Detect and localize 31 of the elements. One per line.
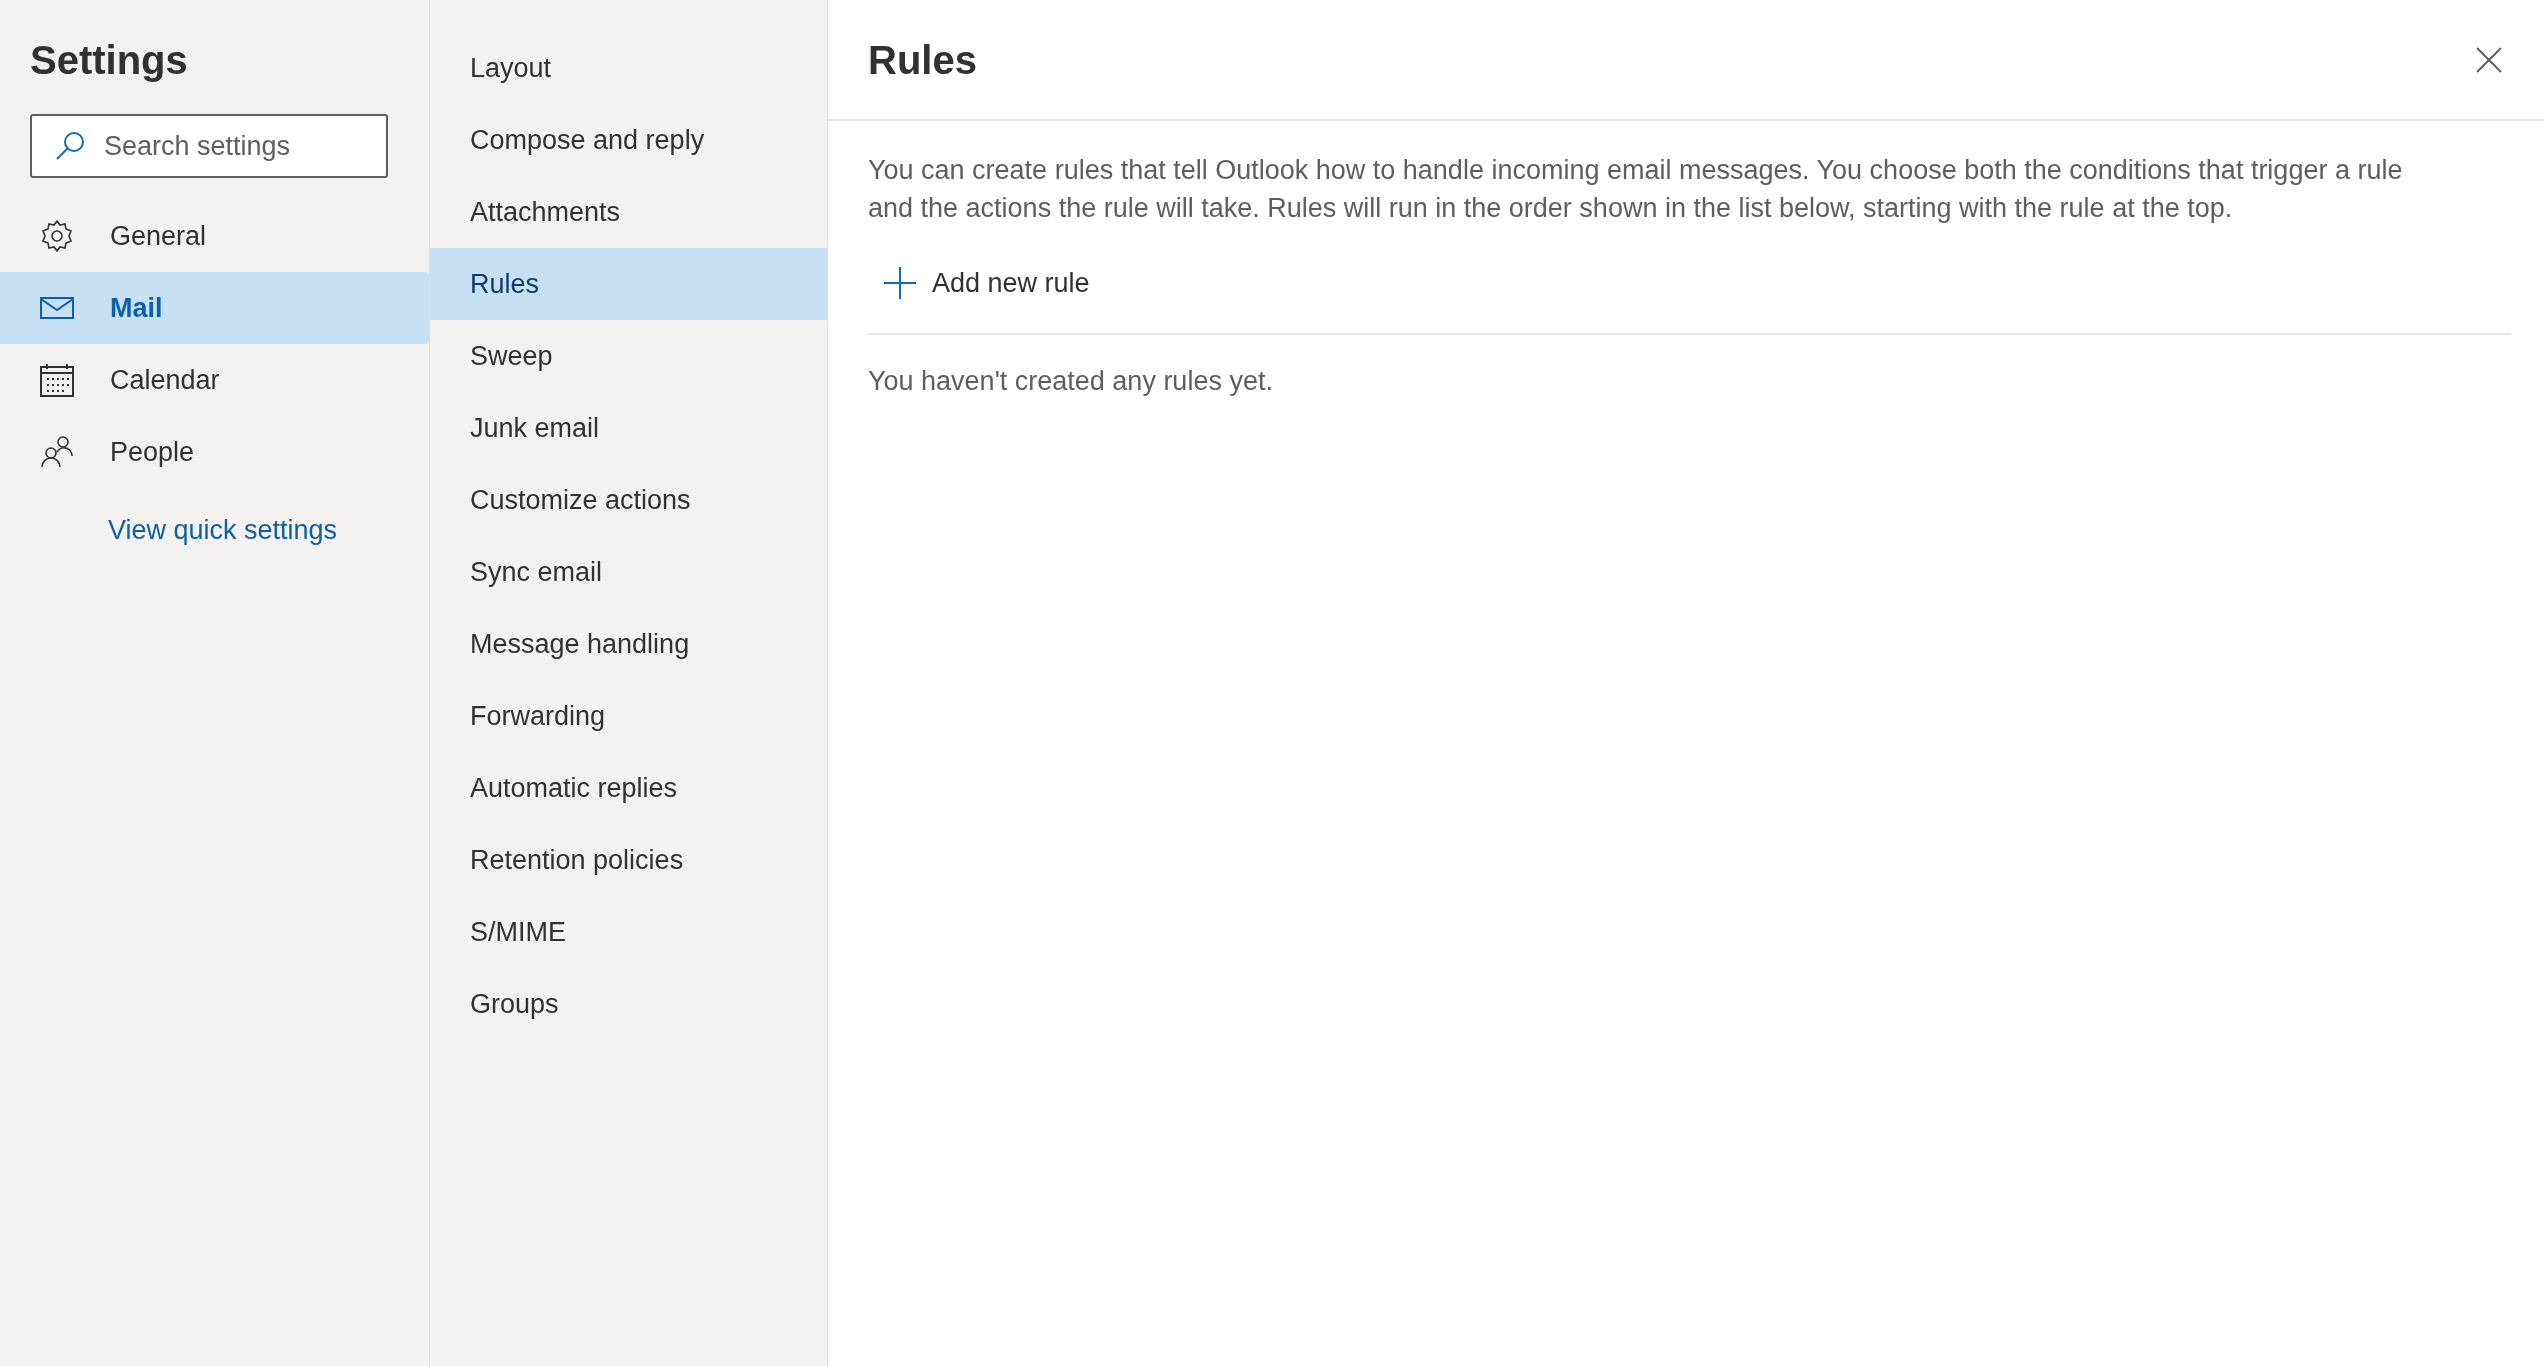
- nav-item[interactable]: Calendar: [0, 344, 429, 416]
- subnav-item[interactable]: S/MIME: [430, 896, 827, 968]
- nav-item[interactable]: General: [0, 200, 429, 272]
- search-icon: [54, 130, 86, 162]
- view-quick-settings-link[interactable]: View quick settings: [108, 510, 338, 551]
- subnav-item[interactable]: Automatic replies: [430, 752, 827, 824]
- nav-item[interactable]: Mail: [0, 272, 429, 344]
- close-icon: [2476, 46, 2502, 73]
- plus-icon: [884, 267, 916, 299]
- settings-title: Settings: [30, 37, 188, 84]
- subnav-item[interactable]: Forwarding: [430, 680, 827, 752]
- subnav-item[interactable]: Layout: [430, 32, 827, 104]
- subnav-item[interactable]: Customize actions: [430, 464, 827, 536]
- subnav-item[interactable]: Retention policies: [430, 824, 827, 896]
- add-new-rule-button[interactable]: Add new rule: [868, 255, 1098, 311]
- search-field[interactable]: Search settings: [30, 114, 388, 178]
- subnav-item[interactable]: Sweep: [430, 320, 827, 392]
- subnav-item[interactable]: Compose and reply: [430, 104, 827, 176]
- subnav-item[interactable]: Groups: [430, 968, 827, 1040]
- subnav-item[interactable]: Junk email: [430, 392, 827, 464]
- subnav-item[interactable]: Rules: [430, 248, 827, 320]
- subnav-item[interactable]: Attachments: [430, 176, 827, 248]
- gear-icon: [40, 219, 74, 253]
- nav-item[interactable]: People: [0, 416, 429, 488]
- calendar-icon: [40, 363, 74, 397]
- description-text: You can create rules that tell Outlook how to handle incoming email messages. You choose both the conditions that trigger a rule and the actions the rule will take. Rules will run in the order shown in the list below, starting with the rule at the top.: [868, 154, 2404, 225]
- subnav-item[interactable]: Message handling: [430, 608, 827, 680]
- people-icon: [40, 435, 74, 469]
- empty-message: You haven't created any rules yet.: [868, 365, 1273, 398]
- subnav-item[interactable]: Sync email: [430, 536, 827, 608]
- panel-title: Rules: [868, 36, 977, 84]
